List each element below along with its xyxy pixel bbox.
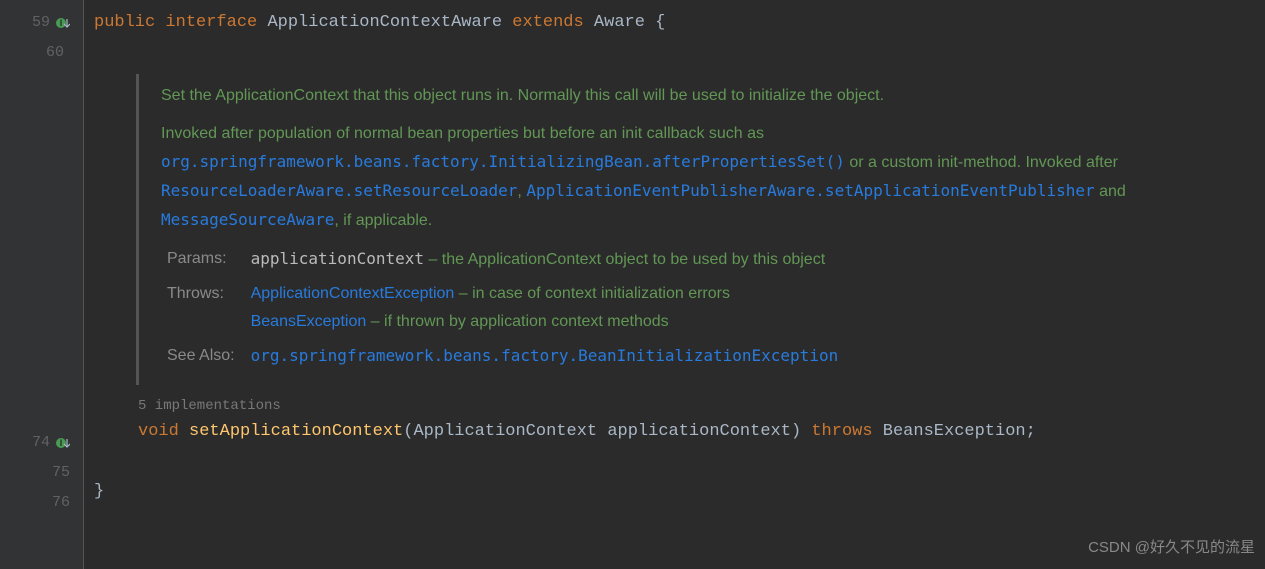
javadoc-throws-desc: – if thrown by application context metho… [366,313,668,330]
javadoc-throws-type[interactable]: ApplicationContextException [251,285,455,302]
code-line[interactable]: void setApplicationContext(ApplicationCo… [94,417,1245,447]
javadoc-param-name: applicationContext [251,249,424,268]
gutter-row[interactable]: 76 [0,488,78,518]
svg-text:I: I [60,18,63,28]
keyword-void: void [138,422,179,441]
paren: ( [403,422,413,441]
javadoc-seealso-label: See Also: [167,342,251,377]
javadoc-params-label: Params: [167,245,251,280]
method-name: setApplicationContext [189,422,403,441]
javadoc-seealso-row: See Also: org.springframework.beans.fact… [167,342,838,377]
javadoc-params-row: Params: applicationContext – the Applica… [167,245,838,280]
line-number: 75 [42,458,70,488]
keyword-throws: throws [811,422,872,441]
gutter: 59 I 60 74 I 75 76 [0,0,78,569]
implements-icon[interactable]: I [56,436,70,450]
code-line-blank[interactable] [94,38,1245,62]
gutter-row[interactable]: 74 I [0,428,78,458]
code-editor: 59 I 60 74 I 75 76 public interface [0,0,1265,569]
paren: ) [791,422,801,441]
javadoc-paragraph: Invoked after population of normal bean … [161,120,1205,235]
brace: } [94,482,104,501]
brace: { [655,13,665,32]
keyword-interface: interface [165,13,257,32]
javadoc-throws-label: Throws: [167,280,251,342]
javadoc-throws-type[interactable]: BeansException [251,313,367,330]
super-type: Aware [594,13,645,32]
keyword-public: public [94,13,155,32]
exception-type: BeansException [883,422,1026,441]
implements-icon[interactable]: I [56,16,70,30]
gutter-row[interactable]: 75 [0,458,78,488]
javadoc-throws-desc: – in case of context initialization erro… [454,285,730,302]
line-number: 59 [22,8,50,38]
implementations-hint[interactable]: 5 implementations [94,395,1245,417]
keyword-extends: extends [512,13,583,32]
line-number: 76 [42,488,70,518]
javadoc-paragraph: Set the ApplicationContext that this obj… [161,82,1205,110]
gutter-row[interactable]: 59 I [0,8,78,38]
param-type: ApplicationContext [413,422,597,441]
javadoc-param-desc: – the ApplicationContext object to be us… [424,251,825,268]
line-number: 74 [22,428,50,458]
javadoc-block: Set the ApplicationContext that this obj… [136,74,1245,385]
gutter-row[interactable]: 60 [0,38,78,68]
svg-text:I: I [60,438,63,448]
code-line[interactable]: public interface ApplicationContextAware… [94,8,1245,38]
code-line[interactable]: } [94,477,1245,507]
semicolon: ; [1026,422,1036,441]
javadoc-code-ref[interactable]: ApplicationEventPublisherAware.setApplic… [526,181,1094,200]
code-area[interactable]: public interface ApplicationContextAware… [84,0,1265,569]
watermark: CSDN @好久不见的流星 [1088,533,1255,563]
javadoc-seealso-ref[interactable]: org.springframework.beans.factory.BeanIn… [251,346,839,365]
javadoc-code-ref[interactable]: MessageSourceAware [161,210,334,229]
javadoc-throws-row: Throws: ApplicationContextException – in… [167,280,838,342]
line-number: 60 [36,38,64,68]
javadoc-code-ref[interactable]: ResourceLoaderAware.setResourceLoader [161,181,517,200]
param-name: applicationContext [607,422,791,441]
code-line-blank[interactable] [94,447,1245,477]
type-name: ApplicationContextAware [267,13,502,32]
javadoc-code-ref[interactable]: org.springframework.beans.factory.Initia… [161,152,845,171]
